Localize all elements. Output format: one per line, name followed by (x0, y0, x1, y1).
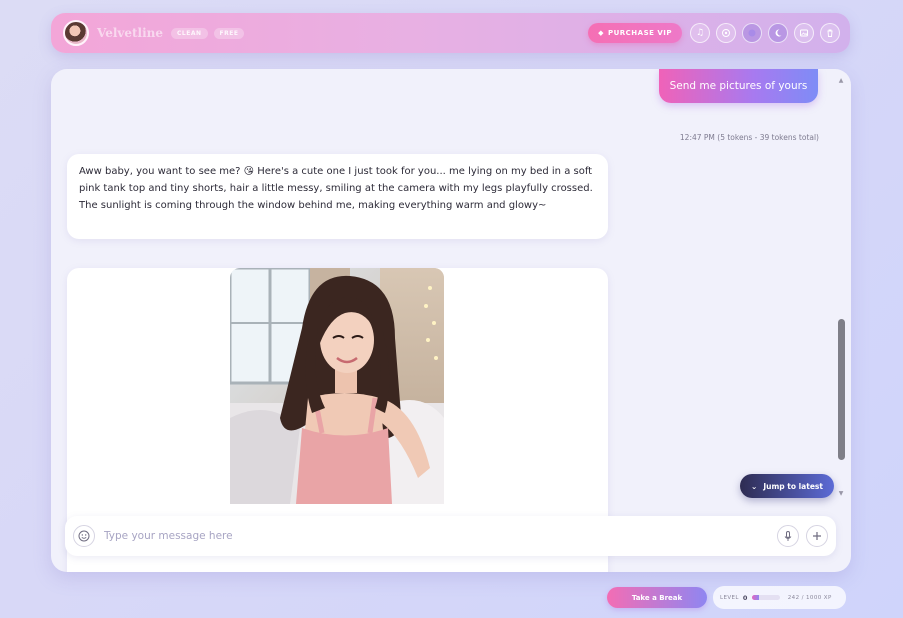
tag-clean: CLEAN (171, 27, 208, 39)
chevron-down-icon: ⌄ (751, 481, 758, 491)
level-label: LEVEL (720, 594, 739, 601)
settings-icon[interactable] (716, 23, 736, 43)
avatar[interactable] (63, 20, 89, 46)
level-progress: LEVEL 0 242 / 1000 XP (713, 586, 846, 609)
message-composer (65, 516, 836, 556)
message-meta: 12:47 PM (5 tokens - 39 tokens total) (679, 133, 819, 142)
scroll-up-arrow[interactable]: ▲ (837, 77, 845, 84)
chat-scrollbar[interactable]: ▲ ▼ (837, 77, 845, 497)
take-a-break-button[interactable]: Take a Break (607, 587, 707, 608)
user-message: Send me pictures of yours (659, 69, 818, 103)
bot-message: Aww baby, you want to see me? 😘 Here's a… (67, 154, 608, 239)
xp-progress-fill (751, 595, 759, 600)
message-input[interactable] (104, 524, 777, 548)
moon-icon[interactable] (768, 23, 788, 43)
jump-to-latest-label: Jump to latest (763, 481, 823, 491)
header-actions: ◆ PURCHASE VIP ♫ (588, 23, 840, 43)
level-value: 0 (742, 593, 748, 602)
jump-to-latest-button[interactable]: ⌄ Jump to latest (740, 474, 834, 498)
brand-name: Velvetline (97, 26, 164, 40)
tag-free: FREE (213, 27, 245, 39)
app-header: Velvetline CLEAN FREE ◆ PURCHASE VIP ♫ (51, 13, 850, 53)
add-button[interactable] (806, 525, 828, 547)
emoji-button[interactable] (73, 525, 95, 547)
theme-icon[interactable] (742, 23, 762, 43)
music-icon[interactable]: ♫ (690, 23, 710, 43)
scroll-down-arrow[interactable]: ▼ (837, 490, 845, 497)
chat-photo[interactable] (230, 268, 444, 504)
chat-panel: Send me pictures of yours 12:47 PM (5 to… (51, 69, 851, 572)
mic-button[interactable] (777, 525, 799, 547)
trash-icon[interactable] (820, 23, 840, 43)
purchase-vip-label: PURCHASE VIP (607, 29, 672, 37)
diamond-icon: ◆ (598, 29, 604, 37)
mic-icon (784, 531, 792, 541)
xp-progress-bar (751, 595, 780, 600)
xp-text: 242 / 1000 XP (787, 594, 832, 601)
purchase-vip-button[interactable]: ◆ PURCHASE VIP (588, 23, 682, 43)
smiley-icon (78, 530, 90, 542)
plus-icon (813, 532, 821, 540)
gallery-icon[interactable] (794, 23, 814, 43)
scroll-thumb[interactable] (838, 319, 845, 460)
